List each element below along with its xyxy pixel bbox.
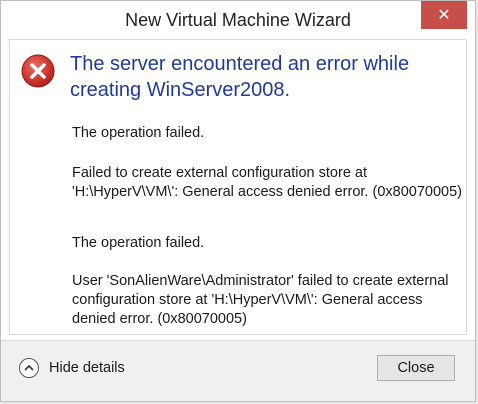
error-content: The server encountered an error while cr… — [9, 39, 467, 335]
window-title: New Virtual Machine Wizard — [125, 10, 351, 30]
dialog-window: New Virtual Machine Wizard ✕ The server … — [0, 0, 476, 402]
hide-details-toggle[interactable]: Hide details — [19, 358, 125, 378]
hide-details-label: Hide details — [49, 360, 125, 376]
chevron-up-icon — [19, 358, 39, 378]
error-message-4: User 'SonAlienWare\Administrator' failed… — [72, 273, 449, 327]
title-bar: New Virtual Machine Wizard ✕ — [1, 1, 475, 39]
error-heading: The server encountered an error while cr… — [70, 53, 410, 101]
window-close-button[interactable]: ✕ — [421, 1, 467, 29]
error-icon — [21, 54, 55, 88]
dialog-footer: Hide details Close — [1, 340, 475, 401]
error-message-2: Failed to create external configuration … — [72, 165, 462, 200]
error-message-1: The operation failed. — [72, 125, 205, 141]
close-button[interactable]: Close — [377, 355, 455, 381]
error-message-3: The operation failed. — [72, 235, 205, 251]
close-icon: ✕ — [437, 7, 451, 24]
